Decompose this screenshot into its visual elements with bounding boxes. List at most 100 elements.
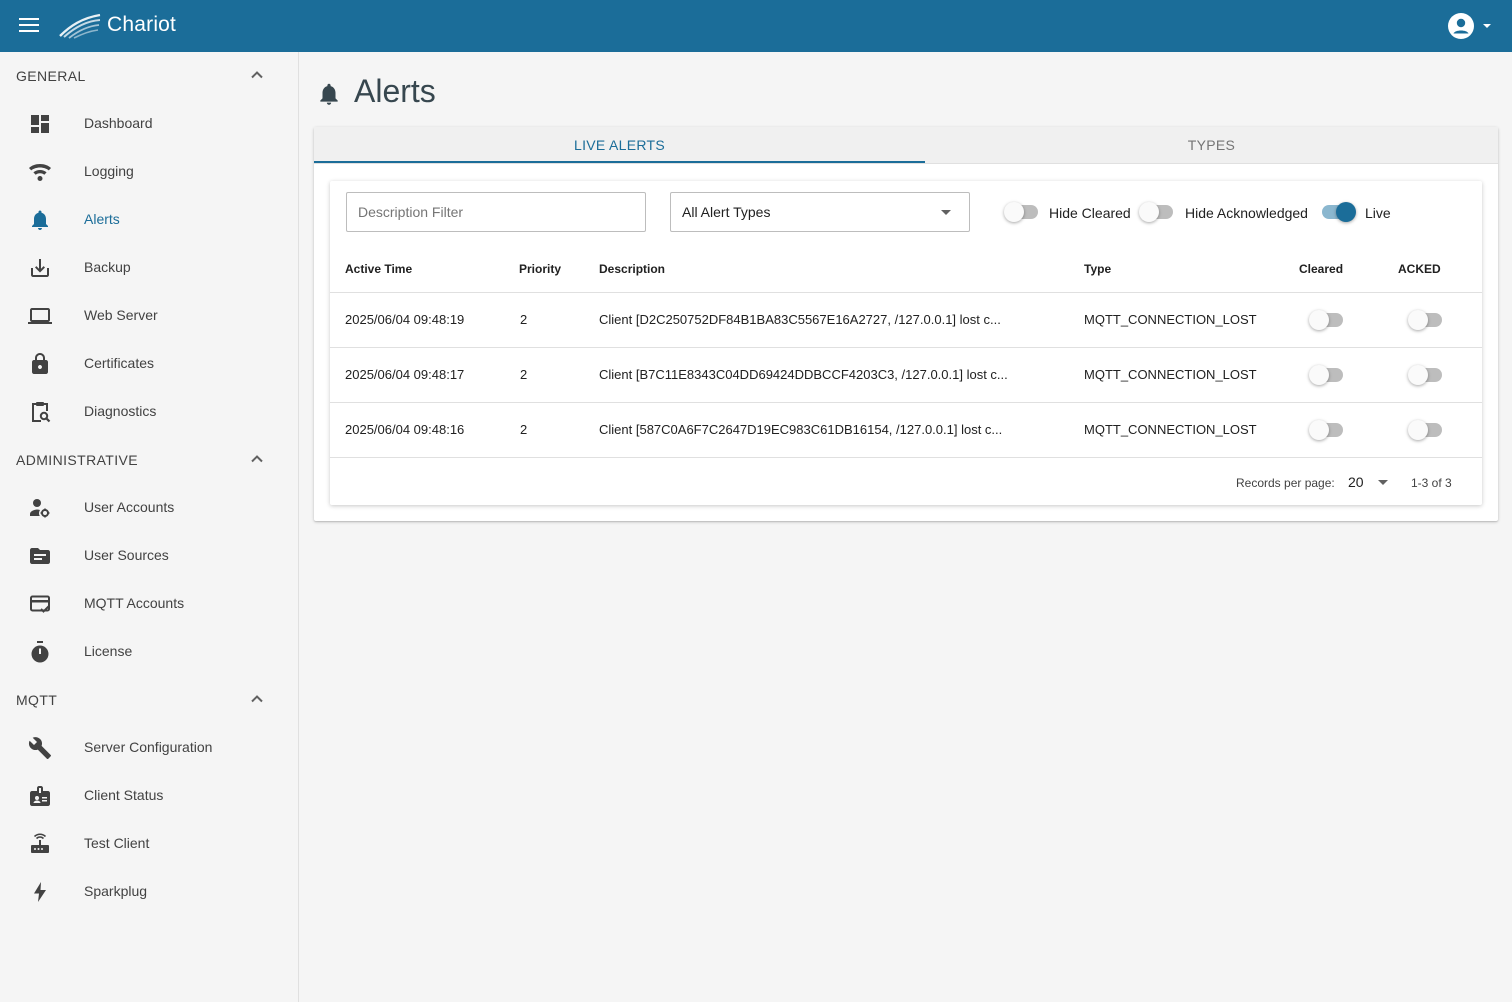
sidebar-item-sparkplug[interactable]: Sparkplug xyxy=(0,868,298,916)
column-header-type[interactable]: Type xyxy=(1084,262,1111,276)
sidebar-item-certificates[interactable]: Certificates xyxy=(0,340,298,388)
tab-live-alerts[interactable]: LIVE ALERTS xyxy=(314,127,925,163)
tab-types[interactable]: TYPES xyxy=(925,127,1498,163)
section-general[interactable]: GENERAL xyxy=(0,52,298,100)
priority-cell: 2 xyxy=(520,367,528,382)
dropdown-arrow-icon xyxy=(1378,480,1388,485)
bell-icon xyxy=(32,210,48,230)
sidebar-item-diagnostics[interactable]: Diagnostics xyxy=(0,388,298,436)
lock-icon xyxy=(32,353,48,374)
chevron-down-icon xyxy=(1483,24,1491,28)
hide-cleared-label: Hide Cleared xyxy=(1049,205,1131,221)
logging-icon xyxy=(29,164,51,181)
description-cell: Client [587C0A6F7C2647D19EC983C61DB16154… xyxy=(599,422,1003,437)
sidebar-item-label: Alerts xyxy=(84,211,120,227)
alert-type-select[interactable]: All Alert Types xyxy=(670,192,970,232)
acked-toggle[interactable] xyxy=(1408,420,1444,440)
lightning-icon xyxy=(34,882,46,902)
tab-indicator xyxy=(314,161,925,163)
records-per-page-select[interactable]: 20 xyxy=(1338,472,1394,494)
sidebar-item-backup[interactable]: Backup xyxy=(0,244,298,292)
cleared-toggle[interactable] xyxy=(1309,365,1345,385)
sidebar-item-dashboard[interactable]: Dashboard xyxy=(0,100,298,148)
hide-cleared-toggle[interactable] xyxy=(1004,202,1040,222)
priority-cell: 2 xyxy=(520,422,528,437)
timer-icon xyxy=(31,641,49,663)
section-mqtt[interactable]: MQTT xyxy=(0,676,298,724)
wrench-icon xyxy=(28,737,51,759)
chevron-up-icon xyxy=(251,455,263,463)
sidebar-item-label: License xyxy=(84,643,133,659)
section-administrative[interactable]: ADMINISTRATIVE xyxy=(0,436,298,484)
chevron-up-icon xyxy=(251,695,263,703)
card-check-icon xyxy=(30,595,50,613)
description-cell: Client [B7C11E8343C04DD69424DDBCCF4203C3… xyxy=(599,367,1008,382)
sidebar-item-web-server[interactable]: Web Server xyxy=(0,292,298,340)
acked-toggle[interactable] xyxy=(1408,310,1444,330)
sidebar-item-label: Logging xyxy=(84,163,134,179)
sidebar-item-label: User Sources xyxy=(84,547,169,563)
router-icon xyxy=(31,833,49,853)
badge-icon xyxy=(30,786,50,806)
account-menu[interactable] xyxy=(1448,13,1494,39)
sidebar-item-label: Server Configuration xyxy=(84,739,213,755)
menu-icon[interactable] xyxy=(17,15,41,37)
live-toggle[interactable] xyxy=(1320,202,1356,222)
active-time-cell: 2025/06/04 09:48:19 xyxy=(345,312,465,327)
type-cell: MQTT_CONNECTION_LOST xyxy=(1084,312,1257,327)
sidebar-item-mqtt-accounts[interactable]: MQTT Accounts xyxy=(0,580,298,628)
sidebar-item-test-client[interactable]: Test Client xyxy=(0,820,298,868)
sidebar-item-label: Sparkplug xyxy=(84,883,148,899)
alert-type-value: All Alert Types xyxy=(682,204,771,220)
sidebar: GENERAL Dashboard Logging Alerts Backup … xyxy=(0,52,299,1002)
acked-toggle[interactable] xyxy=(1408,365,1444,385)
sidebar-item-label: User Accounts xyxy=(84,499,175,515)
column-header-description[interactable]: Description xyxy=(599,262,665,276)
dashboard-icon xyxy=(31,115,49,133)
column-header-active-time[interactable]: Active Time xyxy=(345,262,412,276)
chariot-logo xyxy=(59,13,101,39)
description-filter-input[interactable] xyxy=(346,192,646,232)
sidebar-item-alerts[interactable]: Alerts xyxy=(0,196,298,244)
section-title: ADMINISTRATIVE xyxy=(16,452,139,468)
live-label: Live xyxy=(1365,205,1391,221)
cleared-toggle[interactable] xyxy=(1309,310,1345,330)
type-cell: MQTT_CONNECTION_LOST xyxy=(1084,367,1257,382)
section-title: GENERAL xyxy=(16,68,86,84)
table-footer: Records per page: 20 1-3 of 3 xyxy=(330,457,1482,505)
sidebar-item-license[interactable]: License xyxy=(0,628,298,676)
alerts-panel: All Alert Types Hide Cleared Hide Acknow… xyxy=(330,181,1482,505)
sidebar-item-user-accounts[interactable]: User Accounts xyxy=(0,484,298,532)
table-row[interactable]: 2025/06/04 09:48:16 2 Client [587C0A6F7C… xyxy=(330,402,1482,457)
column-header-cleared[interactable]: Cleared xyxy=(1299,262,1343,276)
chevron-up-icon xyxy=(251,71,263,79)
bell-icon xyxy=(320,83,338,105)
sidebar-item-logging[interactable]: Logging xyxy=(0,148,298,196)
records-per-page-value: 20 xyxy=(1348,474,1364,490)
sidebar-item-server-configuration[interactable]: Server Configuration xyxy=(0,724,298,772)
sidebar-item-label: Web Server xyxy=(84,307,158,323)
column-header-priority[interactable]: Priority xyxy=(519,262,561,276)
clipboard-search-icon xyxy=(32,402,51,423)
section-title: MQTT xyxy=(16,692,58,708)
sidebar-item-label: Client Status xyxy=(84,787,164,803)
sidebar-item-user-sources[interactable]: User Sources xyxy=(0,532,298,580)
pagination-range: 1-3 of 3 xyxy=(1411,476,1452,490)
sidebar-item-label: Backup xyxy=(84,259,131,275)
dropdown-arrow-icon xyxy=(941,210,951,215)
cleared-toggle[interactable] xyxy=(1309,420,1345,440)
folder-icon xyxy=(30,548,50,564)
hide-acknowledged-toggle[interactable] xyxy=(1139,202,1175,222)
sidebar-item-label: Diagnostics xyxy=(84,403,157,419)
sidebar-item-label: Test Client xyxy=(84,835,150,851)
table-row[interactable]: 2025/06/04 09:48:17 2 Client [B7C11E8343… xyxy=(330,347,1482,402)
user-gear-icon xyxy=(30,499,50,518)
hide-acknowledged-label: Hide Acknowledged xyxy=(1185,205,1308,221)
active-time-cell: 2025/06/04 09:48:17 xyxy=(345,367,465,382)
column-header-acked[interactable]: ACKED xyxy=(1398,262,1441,276)
sidebar-item-client-status[interactable]: Client Status xyxy=(0,772,298,820)
table-row[interactable]: 2025/06/04 09:48:19 2 Client [D2C250752D… xyxy=(330,292,1482,347)
type-cell: MQTT_CONNECTION_LOST xyxy=(1084,422,1257,437)
sidebar-item-label: Certificates xyxy=(84,355,155,371)
page-title: Alerts xyxy=(354,73,436,109)
